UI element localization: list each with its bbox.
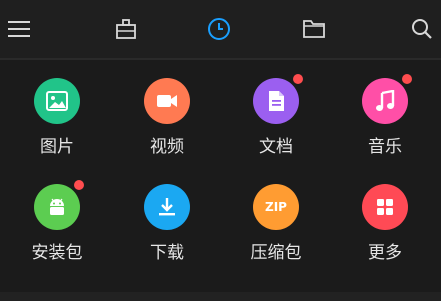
category-tile-archives[interactable]: ZIP 压缩包	[225, 166, 325, 266]
notification-badge	[293, 74, 303, 84]
search-icon[interactable]	[407, 14, 437, 44]
category-grid: 图片 视频 文档 音乐 安装包 下载 ZIP 压缩包 更多	[0, 60, 441, 292]
music-icon	[362, 74, 412, 124]
category-tile-apks[interactable]: 安装包	[6, 166, 106, 266]
category-label: 压缩包	[250, 243, 302, 263]
folder-icon[interactable]	[299, 14, 329, 44]
category-label: 音乐	[368, 137, 402, 157]
category-tile-videos[interactable]: 视频	[116, 60, 216, 160]
image-icon	[34, 78, 80, 124]
category-tile-downloads[interactable]: 下载	[116, 166, 216, 266]
android-icon	[34, 180, 84, 230]
more-grid-icon	[362, 184, 408, 230]
category-label: 文档	[259, 137, 293, 157]
category-tile-music[interactable]: 音乐	[334, 60, 434, 160]
cleaning-bag-icon[interactable]	[111, 14, 141, 44]
category-tile-more[interactable]: 更多	[334, 166, 434, 266]
zip-icon: ZIP	[253, 184, 299, 230]
notification-badge	[402, 74, 412, 84]
video-icon	[144, 78, 190, 124]
zip-icon-text: ZIP	[265, 200, 287, 214]
category-label: 安装包	[31, 243, 83, 263]
clock-icon[interactable]	[204, 14, 234, 44]
bottom-strip	[0, 292, 441, 301]
category-tile-documents[interactable]: 文档	[225, 60, 325, 160]
document-icon	[253, 74, 303, 124]
category-label: 图片	[40, 137, 74, 157]
category-tile-images[interactable]: 图片	[6, 60, 106, 160]
notification-badge	[74, 180, 84, 190]
top-navigation-bar	[0, 0, 441, 58]
hamburger-menu-icon[interactable]	[4, 14, 34, 44]
category-label: 下载	[150, 243, 184, 263]
category-label: 视频	[150, 137, 184, 157]
category-label: 更多	[368, 243, 402, 263]
download-icon	[144, 184, 190, 230]
